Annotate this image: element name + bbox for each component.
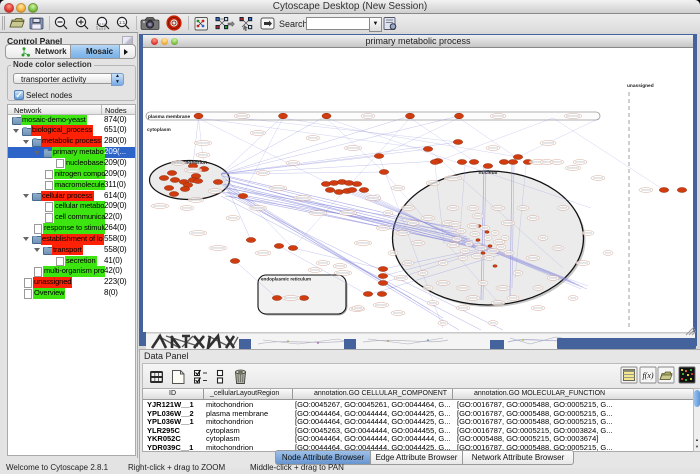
svg-text:cytoplasm: cytoplasm [147,127,171,133]
svg-text:plasma membrane: plasma membrane [148,114,190,120]
svg-text:1:1: 1:1 [119,20,126,25]
svg-text:f(x): f(x) [642,371,653,380]
svg-text:endoplasmic reticulum: endoplasmic reticulum [261,277,311,282]
svg-text:unassigned: unassigned [627,83,654,89]
